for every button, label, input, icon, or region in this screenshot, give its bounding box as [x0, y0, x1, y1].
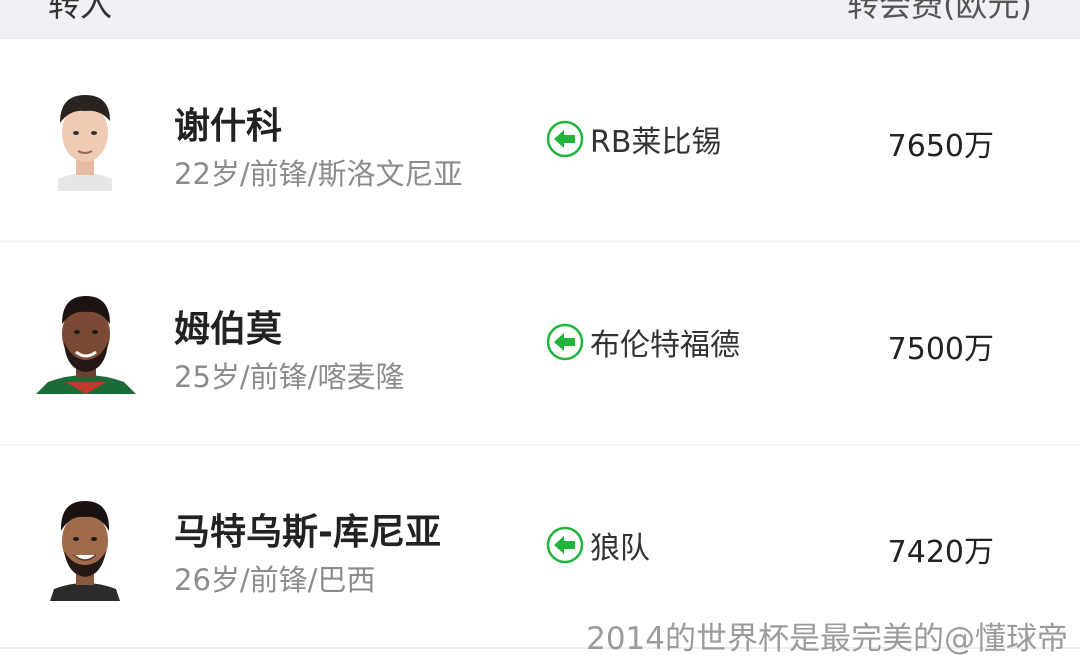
club-name: 狼队	[590, 531, 650, 566]
header-right-label: 转会费(欧元)	[847, 0, 1032, 24]
from-club[interactable]: 狼队	[546, 525, 650, 566]
transfer-fee: 7500万	[887, 332, 994, 367]
from-club[interactable]: 布伦特福德	[546, 322, 740, 363]
club-name: RB莱比锡	[590, 125, 722, 160]
watermark-text: 2014的世界杯是最完美的@懂球帝	[586, 621, 1068, 657]
transfer-row[interactable]: 谢什科 22岁/前锋/斯洛文尼亚 RB莱比锡 7650万	[0, 39, 1080, 243]
transfer-fee: 7420万	[887, 535, 994, 570]
from-club[interactable]: RB莱比锡	[546, 119, 722, 160]
player-info: 26岁/前锋/巴西	[174, 563, 376, 597]
transfer-fee: 7650万	[887, 129, 994, 164]
player-name: 马特乌斯-库尼亚	[174, 512, 441, 553]
player-name: 谢什科	[174, 106, 283, 147]
club-name: 布伦特福德	[590, 328, 740, 363]
player-avatar	[40, 497, 130, 601]
transfer-row[interactable]: 姆伯莫 25岁/前锋/喀麦隆 布伦特福德 7500万	[0, 242, 1080, 446]
player-avatar	[36, 290, 136, 394]
arrow-left-icon	[546, 526, 584, 564]
arrow-left-icon	[546, 120, 584, 158]
player-avatar	[40, 87, 130, 191]
player-info: 25岁/前锋/喀麦隆	[174, 360, 405, 394]
player-name: 姆伯莫	[174, 309, 283, 350]
player-info: 22岁/前锋/斯洛文尼亚	[174, 157, 463, 191]
list-header: 转入 转会费(欧元)	[0, 0, 1080, 39]
arrow-left-icon	[546, 323, 584, 361]
header-left-label: 转入	[48, 0, 113, 24]
